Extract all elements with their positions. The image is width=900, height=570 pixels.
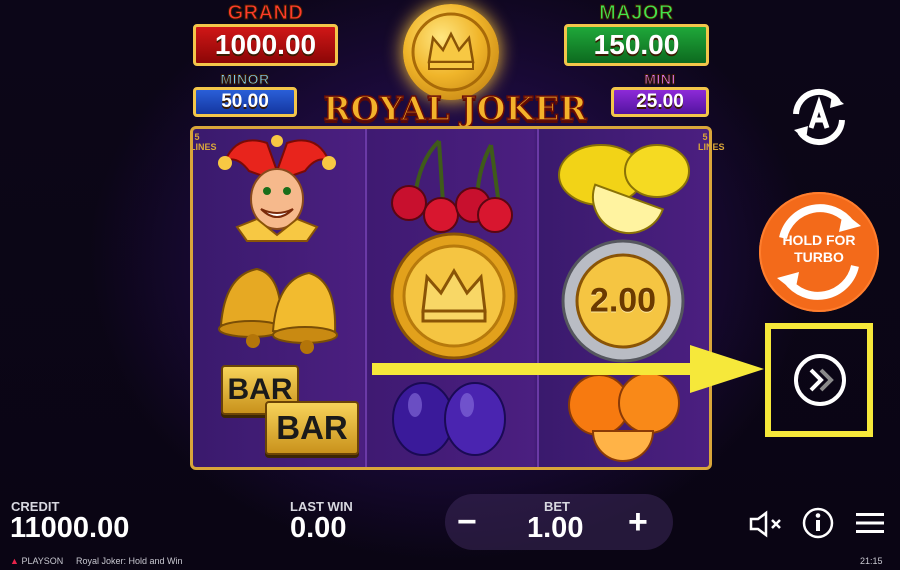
lemons-symbol: [549, 133, 699, 237]
lemons-icon: [558, 144, 690, 234]
fast-forward-icon: [794, 354, 846, 406]
cherries-icon: [391, 139, 513, 233]
joker-icon: [218, 135, 336, 242]
footer-brand: ▲ PLAYSON: [10, 556, 63, 566]
lines-label-right: 5 LINES: [698, 132, 725, 152]
playson-logo-icon: ▲: [10, 556, 19, 566]
credit-value: 11000.00: [10, 512, 130, 544]
speaker-muted-icon: [749, 510, 781, 538]
sound-toggle-button[interactable]: [748, 510, 784, 543]
major-jackpot-value: 150.00: [564, 24, 709, 66]
hold-for-turbo-label: HOLD FOR TURBO: [782, 232, 856, 265]
bet-value: 1.00: [527, 512, 584, 544]
lines-label-left: 5 LINES: [190, 132, 217, 152]
info-button[interactable]: [802, 507, 834, 544]
grand-jackpot-title: GRAND: [227, 2, 304, 25]
cherries-symbol: [379, 131, 519, 237]
last-win-value: 0.00: [290, 512, 347, 544]
autoplay-button[interactable]: [786, 84, 852, 150]
mini-jackpot-value: 25.00: [611, 87, 709, 117]
grand-jackpot: GRAND 1000.00: [193, 2, 338, 66]
hold-for-turbo-button[interactable]: HOLD FOR TURBO: [759, 192, 879, 312]
joker-symbol: [207, 131, 347, 243]
autoplay-A-icon: [793, 88, 845, 146]
bet-decrease-button[interactable]: −: [457, 505, 477, 539]
hamburger-menu-icon: [856, 513, 884, 533]
bar-text-bottom: BAR: [276, 409, 348, 446]
major-jackpot-title: MAJOR: [599, 2, 674, 25]
bar-plate-bottom: BAR: [265, 401, 359, 455]
minor-jackpot-title: MINOR: [220, 71, 270, 87]
turbo-button[interactable]: [792, 352, 848, 408]
mini-jackpot: MINI 25.00: [611, 71, 709, 117]
mini-jackpot-title: MINI: [644, 71, 676, 87]
crown-coin-symbol: [379, 229, 529, 363]
minor-jackpot: MINOR 50.00: [193, 71, 297, 117]
menu-button[interactable]: [854, 510, 886, 541]
crown-coin-decoration: [403, 4, 499, 100]
pointer-arrow: [372, 345, 764, 393]
game-screen: GRAND 1000.00 MAJOR 150.00 MINOR 50.00 M…: [0, 0, 900, 570]
crown-coin-icon: [390, 232, 518, 360]
grand-jackpot-value: 1000.00: [193, 24, 338, 66]
bells-icon: [218, 267, 338, 354]
footer-game-name: Royal Joker: Hold and Win: [76, 556, 183, 566]
coin-value-label: 2.00: [589, 281, 657, 320]
reel-grid: BAR BAR 2.00: [190, 126, 712, 470]
crown-icon: [411, 12, 491, 92]
minor-jackpot-value: 50.00: [193, 87, 297, 117]
bar-symbol: BAR BAR: [207, 359, 359, 467]
footer-time: 21:15: [860, 556, 883, 566]
reel-separator: [365, 129, 367, 467]
bet-increase-button[interactable]: +: [628, 505, 648, 539]
reel-separator: [537, 129, 539, 467]
bells-symbol: [207, 245, 347, 357]
game-logo: ROYAL JOKER: [322, 88, 587, 129]
footer-brand-name: PLAYSON: [21, 556, 64, 566]
info-icon: [802, 507, 834, 539]
major-jackpot: MAJOR 150.00: [564, 2, 709, 66]
